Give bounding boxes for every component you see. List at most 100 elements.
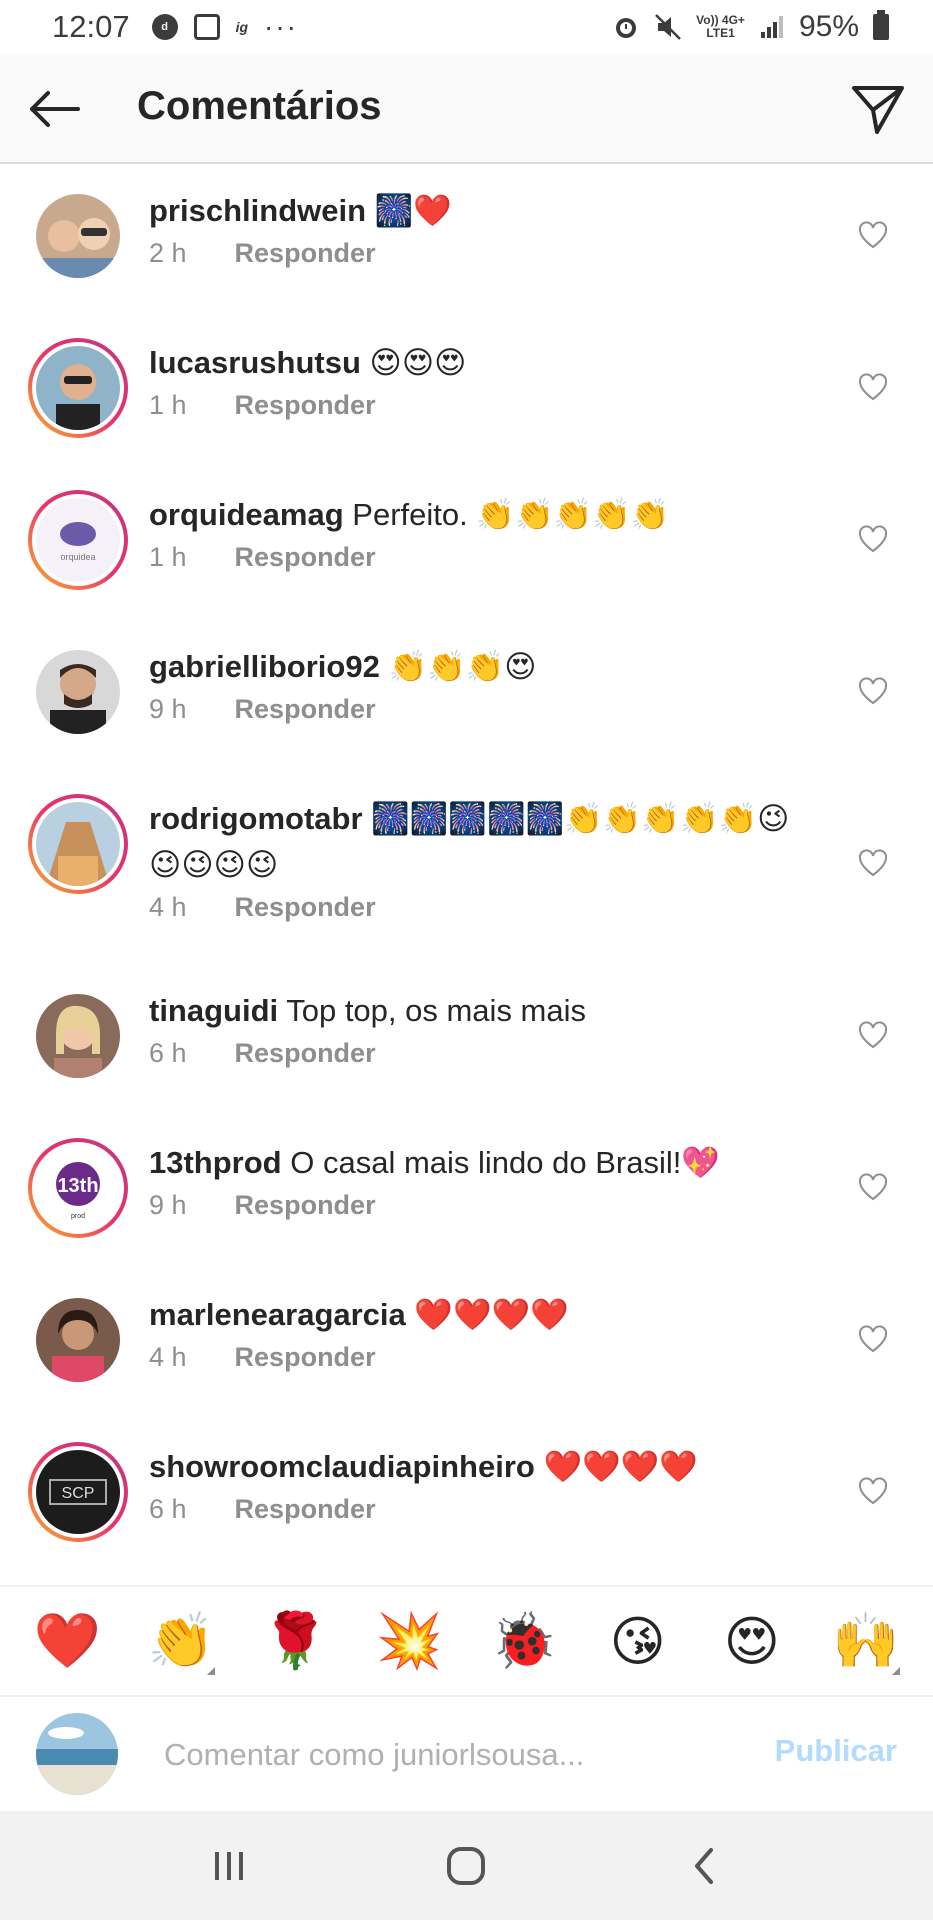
emoji-kiss-button[interactable]: 😘 [598, 1601, 678, 1681]
arrow-left-icon [30, 91, 80, 127]
emoji-collision-button[interactable]: 💥 [369, 1601, 449, 1681]
reply-button[interactable]: Responder [235, 1038, 376, 1069]
like-button[interactable] [855, 1322, 891, 1356]
comment-text: 13thprod O casal mais lindo do Brasil!💖 [149, 1140, 809, 1186]
comment-username[interactable]: showroomclaudiapinheiro [149, 1449, 535, 1484]
reply-button[interactable]: Responder [235, 694, 376, 725]
comment-content: ❤️❤️❤️❤️ [414, 1297, 569, 1332]
comment-item: SCP showroomclaudiapinheiro ❤️❤️❤️❤️ 6 h… [0, 1422, 933, 1574]
svg-text:SCP: SCP [62, 1485, 95, 1502]
nav-back-button[interactable] [664, 1826, 744, 1906]
avatar-story-ring[interactable]: SCP [28, 1442, 128, 1542]
reply-button[interactable]: Responder [235, 1342, 376, 1373]
reply-button[interactable]: Responder [235, 892, 376, 923]
emoji-rose-button[interactable]: 🌹 [255, 1601, 335, 1681]
comment-meta: 1 h Responder [149, 542, 809, 573]
comment-username[interactable]: lucasrushutsu [149, 345, 361, 380]
comment-username[interactable]: rodrigomotabr [149, 801, 363, 836]
avatar[interactable] [36, 1298, 120, 1382]
emoji-raised-hands-button[interactable]: 🙌 [826, 1601, 906, 1681]
comment-meta: 1 h Responder [149, 390, 809, 421]
comment-input[interactable] [164, 1727, 664, 1783]
alarm-icon [616, 18, 637, 38]
avatar-story-ring[interactable] [28, 338, 128, 438]
comment-username[interactable]: 13thprod [149, 1145, 282, 1180]
avatar-image [36, 994, 120, 1078]
home-button[interactable] [426, 1826, 506, 1906]
comment-meta: 9 h Responder [149, 1190, 809, 1221]
reply-button[interactable]: Responder [235, 238, 376, 269]
like-button[interactable] [855, 1018, 891, 1052]
like-button[interactable] [855, 218, 891, 252]
emoji-heart-button[interactable]: ❤️ [27, 1601, 107, 1681]
comment-meta: 2 h Responder [149, 238, 809, 269]
avatar-story-ring[interactable]: 13th prod [28, 1138, 128, 1238]
like-button[interactable] [855, 522, 891, 556]
emoji-ladybug-button[interactable]: 🐞 [484, 1601, 564, 1681]
avatar-image: orquidea [36, 498, 120, 582]
like-button[interactable] [855, 846, 891, 880]
comment-body: rodrigomotabr 🎆🎆🎆🎆🎆👏👏👏👏👏😉😉😉😉😉 4 h Respond… [149, 796, 809, 923]
comment-content: Top top, os mais mais [286, 993, 587, 1028]
avatar-ring-gap [32, 798, 124, 890]
comment-username[interactable]: gabrielliborio92 [149, 649, 380, 684]
like-button[interactable] [855, 1170, 891, 1204]
header: Comentários [0, 54, 933, 164]
comment-text: lucasrushutsu 😍😍😍 [149, 340, 809, 386]
emoji-heart-eyes-button[interactable]: 😍 [712, 1601, 792, 1681]
reply-button[interactable]: Responder [235, 1494, 376, 1525]
reply-button[interactable]: Responder [235, 542, 376, 573]
home-icon [447, 1846, 486, 1885]
avatar-story-ring[interactable]: orquidea [28, 490, 128, 590]
heart-outline-icon [858, 849, 888, 877]
comment-username[interactable]: orquideamag [149, 497, 344, 532]
comment-time: 6 h [149, 1494, 187, 1524]
skin-tone-indicator [891, 1667, 900, 1675]
status-right: Vo)) 4G+ LTE1 95% [612, 10, 889, 44]
avatar-story-ring[interactable] [28, 794, 128, 894]
avatar[interactable] [36, 650, 120, 734]
comment-time: 1 h [149, 542, 187, 572]
like-button[interactable] [855, 370, 891, 404]
comment-username[interactable]: prischlindwein [149, 193, 366, 228]
comment-time: 2 h [149, 238, 187, 268]
avatar[interactable] [36, 994, 120, 1078]
recent-apps-button[interactable] [189, 1826, 269, 1906]
avatar-ring-gap: SCP [32, 1446, 124, 1538]
comment-item: gabrielliborio92 👏👏👏😍 9 h Responder [0, 622, 933, 774]
avatar-ring-gap: 13th prod [32, 1142, 124, 1234]
comment-text: marlenearagarcia ❤️❤️❤️❤️ [149, 1292, 809, 1338]
comment-username[interactable]: marlenearagarcia [149, 1297, 406, 1332]
skin-tone-indicator [207, 1667, 216, 1675]
avatar[interactable] [36, 194, 120, 278]
heart-outline-icon [858, 221, 888, 249]
heart-outline-icon [858, 525, 888, 553]
like-button[interactable] [855, 674, 891, 708]
back-button[interactable] [24, 84, 84, 134]
comment-username[interactable]: tinaguidi [149, 993, 278, 1028]
comment-meta: 4 h Responder [149, 1342, 809, 1373]
signal-icon [760, 16, 783, 38]
comment-content: Perfeito. 👏👏👏👏👏 [352, 497, 670, 532]
like-button[interactable] [855, 1474, 891, 1508]
comment-meta: 9 h Responder [149, 694, 809, 725]
publish-button[interactable]: Publicar [775, 1733, 897, 1769]
mute-icon [655, 14, 682, 40]
quick-emoji-bar: ❤️ 👏 🌹 💥 🐞 😘 😍 🙌 [0, 1585, 933, 1697]
share-button[interactable] [849, 82, 907, 138]
comment-item: lucasrushutsu 😍😍😍 1 h Responder [0, 318, 933, 470]
comments-container: prischlindwein 🎆❤️ 2 h Responder lucasrus… [0, 166, 933, 1585]
comment-content: O casal mais lindo do Brasil!💖 [290, 1145, 720, 1180]
comment-meta: 6 h Responder [149, 1494, 809, 1525]
emoji-clap-button[interactable]: 👏 [141, 1601, 221, 1681]
avatar-image: SCP [36, 1450, 120, 1534]
heart-outline-icon [858, 1173, 888, 1201]
comment-item: marlenearagarcia ❤️❤️❤️❤️ 4 h Responder [0, 1270, 933, 1422]
avatar-image [36, 802, 120, 886]
status-bar: 12:07 d ig ··· Vo)) 4G+ LTE1 95% [0, 0, 933, 54]
status-time: 12:07 [52, 9, 130, 44]
more-notifications-icon: ··· [264, 11, 299, 42]
reply-button[interactable]: Responder [235, 1190, 376, 1221]
comment-content: 😍😍😍 [369, 345, 467, 380]
reply-button[interactable]: Responder [235, 390, 376, 421]
